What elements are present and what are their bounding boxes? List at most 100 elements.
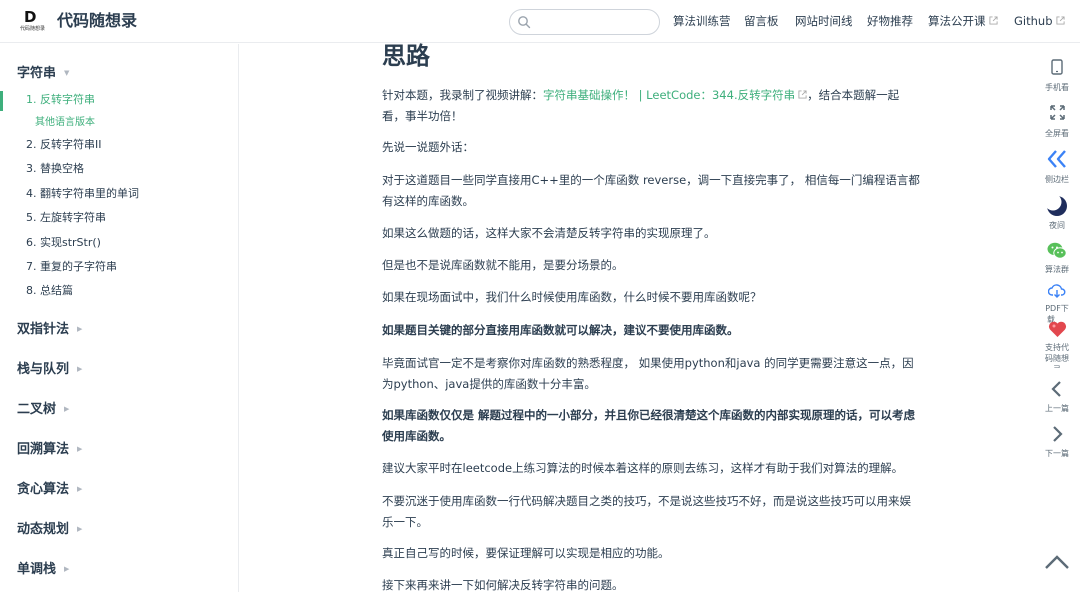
nav-label: 留言板 [744, 14, 779, 28]
site-title[interactable]: 代码随想录 [57, 10, 137, 32]
paragraph: 先说一说题外话： [382, 140, 474, 154]
sidebar-item-reverse-string[interactable]: 1. 反转字符串 [26, 93, 95, 107]
sidebar-section-greedy[interactable]: 贪心算法 ▶ [17, 480, 82, 499]
nav-link-training-camp[interactable]: 算法训练营 [673, 13, 731, 29]
nav-link-github[interactable]: Github [1014, 13, 1065, 29]
text-line: 看，事半功倍！ [382, 109, 463, 123]
section-title: 栈与队列 [17, 362, 70, 377]
paragraph-bold: 如果库函数仅仅是 解题过程中的一小部分，并且你已经很清楚这个库函数的内部实现原理… [382, 405, 942, 447]
toolbar-label: 全屏看 [1045, 129, 1069, 138]
text: 针对本题，我录制了视频讲解： [382, 88, 543, 102]
sidebar-subitem-other-languages[interactable]: 其他语言版本 [35, 116, 95, 129]
top-navbar: D 代码随想录 代码随想录 算法训练营 留言板 网站时间线 好物推荐 算法公开课… [0, 0, 1080, 43]
nav-link-recommendations[interactable]: 好物推荐 [867, 13, 913, 29]
paragraph: 不要沉迷于使用库函数一行代码解决题目之类的技巧，不是说这些技巧不好，而是说这些技… [382, 491, 942, 533]
toolbar-night-mode-button[interactable]: 夜间 [1036, 194, 1078, 232]
chevron-right-icon: ▶ [77, 525, 83, 533]
chevron-right-icon [1053, 426, 1063, 442]
sidebar: 字符串 ▼ 1. 反转字符串 其他语言版本 2. 反转字符串II 3. 替换空格 … [0, 44, 239, 592]
external-link-icon [1055, 16, 1065, 25]
back-to-top-icon[interactable] [1044, 552, 1070, 572]
video-link[interactable]: 字符串基础操作！ | LeetCode：344.反转字符串 [543, 88, 807, 102]
paragraph: 毕竟面试官一定不是考察你对库函数的熟悉程度， 如果使用python和java 的… [382, 353, 942, 395]
sidebar-section-stack-queue[interactable]: 栈与队列 ▶ [17, 360, 82, 379]
text-line: 不要沉迷于使用库函数一行代码解决题目之类的技巧，不是说这些技巧不好，而是说这些技… [382, 494, 911, 508]
paragraph: 建议大家平时在leetcode上练习算法的时候本着这样的原则去练习，这样才有助于… [382, 461, 904, 475]
toolbar-label: 码随想 [1045, 354, 1069, 363]
text-line: 毕竟面试官一定不是考察你对库函数的熟悉程度， 如果使用python和java 的… [382, 356, 914, 370]
toolbar-next-button[interactable]: 下一篇 [1036, 425, 1078, 461]
paragraph: 接下来再来讲一下如何解决反转字符串的问题。 [382, 578, 624, 592]
text: ，结合本题解一起 [807, 88, 900, 102]
cloud-download-icon [1048, 284, 1066, 298]
toolbar-label: 下一篇 [1045, 449, 1069, 458]
sidebar-section-backtracking[interactable]: 回溯算法 ▶ [17, 440, 82, 459]
sidebar-item-strstr[interactable]: 6. 实现strStr() [26, 236, 101, 250]
text-line: 对于这道题目一些同学直接用C++里的一个库函数 reverse，调一下直接完事了… [382, 173, 920, 187]
fullscreen-icon [1050, 105, 1065, 120]
toolbar-label: 手机看 [1045, 83, 1069, 92]
toolbar-sidebar-button[interactable]: 侧边栏 [1036, 148, 1078, 186]
sidebar-item-summary[interactable]: 8. 总结篇 [26, 284, 73, 298]
paragraph-bold: 如果题目关键的部分直接用库函数就可以解决，建议不要使用库函数。 [382, 320, 942, 341]
toolbar-support-button[interactable]: 支持代 码随想 录 [1036, 320, 1078, 368]
external-link-icon [798, 90, 807, 99]
toolbar-fullscreen-button[interactable]: 全屏看 [1036, 104, 1078, 140]
sidebar-section-binary-tree[interactable]: 二叉树 ▶ [17, 400, 69, 419]
chevron-right-icon: ▶ [77, 445, 83, 453]
nav-label: 好物推荐 [867, 14, 913, 28]
section-title: 贪心算法 [17, 482, 70, 497]
nav-link-timeline[interactable]: 网站时间线 [795, 13, 853, 29]
text-line: 乐一下。 [382, 515, 428, 529]
section-heading: 思路 [382, 42, 430, 70]
section-title: 回溯算法 [17, 442, 70, 457]
section-title: 二叉树 [17, 402, 57, 417]
sidebar-item-reverse-string-ii[interactable]: 2. 反转字符串II [26, 138, 101, 152]
nav-link-public-course[interactable]: 算法公开课 [928, 13, 998, 29]
section-title: 单调栈 [17, 562, 57, 577]
chevron-left-icon [1051, 381, 1061, 397]
toolbar-label: 侧边栏 [1045, 175, 1069, 184]
section-title: 动态规划 [17, 522, 70, 537]
paragraph-video-intro: 针对本题，我录制了视频讲解：字符串基础操作！ | LeetCode：344.反转… [382, 85, 942, 127]
logo-subtitle: 代码随想录 [20, 26, 46, 32]
search-box[interactable] [509, 9, 660, 35]
paragraph: 对于这道题目一些同学直接用C++里的一个库函数 reverse，调一下直接完事了… [382, 170, 942, 212]
nav-label: Github [1014, 14, 1053, 28]
paragraph: 但是也不是说库函数就不能用，是要分场景的。 [382, 258, 624, 272]
sidebar-section-string[interactable]: 字符串 ▼ [17, 64, 69, 83]
toolbar-label: 算法群 [1045, 265, 1069, 274]
text-line: 有这样的库函数。 [382, 194, 474, 208]
sidebar-section-two-pointers[interactable]: 双指针法 ▶ [17, 320, 82, 339]
moon-icon [1046, 195, 1067, 216]
external-link-icon [988, 16, 998, 25]
sidebar-item-replace-space[interactable]: 3. 替换空格 [26, 162, 84, 176]
search-icon [518, 16, 531, 29]
toolbar-prev-button[interactable]: 上一篇 [1036, 380, 1078, 416]
section-title: 双指针法 [17, 322, 70, 337]
site-logo[interactable]: D 代码随想录 [20, 10, 45, 34]
nav-link-message-board[interactable]: 留言板 [744, 13, 779, 29]
chevron-right-icon: ▶ [64, 565, 70, 573]
nav-label: 算法公开课 [928, 14, 986, 28]
search-input[interactable] [538, 13, 653, 31]
sidebar-item-reverse-words[interactable]: 4. 翻转字符串里的单词 [26, 187, 139, 201]
sidebar-item-repeated-substring[interactable]: 7. 重复的子字符串 [26, 260, 117, 274]
text-line: 为python、java提供的库函数十分丰富。 [382, 377, 596, 391]
link-label: 字符串基础操作！ | LeetCode：344.反转字符串 [543, 88, 796, 102]
chevron-right-icon: ▶ [77, 325, 83, 333]
sidebar-section-monotonic-stack[interactable]: 单调栈 ▶ [17, 560, 69, 579]
heart-icon [1048, 321, 1067, 337]
toolbar-pdf-button[interactable]: PDF下 载 [1036, 283, 1078, 324]
sidebar-item-left-rotate[interactable]: 5. 左旋转字符串 [26, 211, 106, 225]
section-title: 字符串 [17, 66, 57, 81]
bold-text: 如果库函数仅仅是 解题过程中的一小部分，并且你已经很清楚这个库函数的内部实现原理… [382, 408, 915, 422]
toolbar-group-button[interactable]: 算法群 [1036, 240, 1078, 276]
wechat-icon [1047, 242, 1067, 259]
toolbar-mobile-button[interactable]: 手机看 [1036, 58, 1078, 94]
toolbar-label: 支持代 [1045, 343, 1069, 352]
chevron-down-icon: ▼ [64, 69, 70, 77]
sidebar-section-dp[interactable]: 动态规划 ▶ [17, 520, 82, 539]
active-indicator [0, 91, 3, 111]
paragraph: 真正自己写的时候，要保证理解可以实现是相应的功能。 [382, 546, 670, 560]
